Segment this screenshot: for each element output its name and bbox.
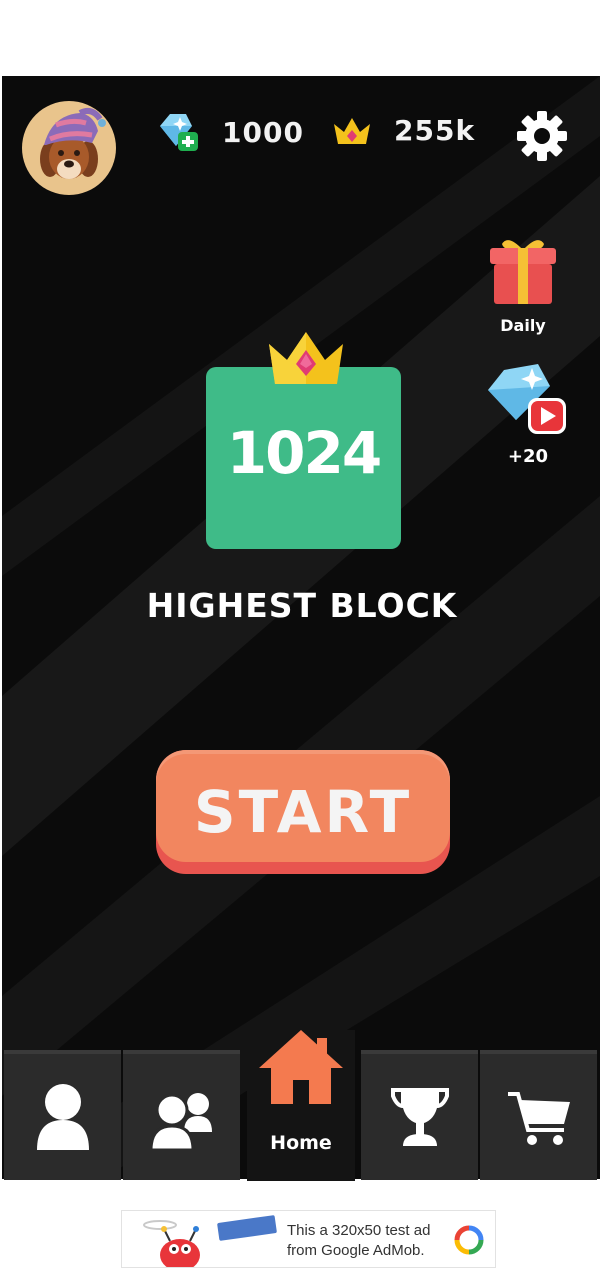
gem-count: 1000 [222,116,304,149]
start-button[interactable]: START [156,750,450,874]
highest-block-value: 1024 [226,419,382,487]
crown-icon [334,118,370,144]
trophy-icon [390,1088,449,1146]
reward-label: +20 [507,446,549,467]
daily-gift-button[interactable]: Daily [486,232,560,335]
player-avatar[interactable] [22,101,116,195]
friends-icon [149,1093,212,1150]
crown-icon [269,332,343,384]
highest-block-tile: 1024 [206,367,401,549]
nav-tab-profile[interactable] [4,1050,121,1180]
gem-add-icon[interactable] [156,112,202,152]
settings-gear-icon[interactable] [515,109,569,163]
home-icon [259,1030,343,1104]
start-button-face: START [156,750,450,862]
nav-tab-shop[interactable] [480,1050,597,1180]
admob-logo-icon [454,1225,484,1255]
home-label: Home [270,1132,332,1154]
nav-tab-leaderboard[interactable] [361,1050,478,1180]
person-icon [36,1084,89,1150]
start-label: START [193,778,413,846]
highest-block-caption: HIGHEST BLOCK [146,586,458,625]
ad-banner[interactable]: This a 320x50 test ad from Google AdMob. [121,1210,496,1268]
nav-tab-home[interactable]: Home [247,1030,355,1181]
nav-tab-friends[interactable] [123,1050,240,1180]
gem-video-icon [488,364,566,434]
gift-box-icon [490,240,556,304]
shopping-cart-icon [507,1092,570,1145]
ad-mascot-image [143,1215,277,1267]
video-reward-button[interactable]: +20 [486,362,570,467]
crown-count: 255k [394,114,476,147]
daily-label: Daily [500,316,546,335]
dog-avatar-icon [40,108,106,179]
ad-text: This a 320x50 test ad from Google AdMob. [287,1222,431,1259]
